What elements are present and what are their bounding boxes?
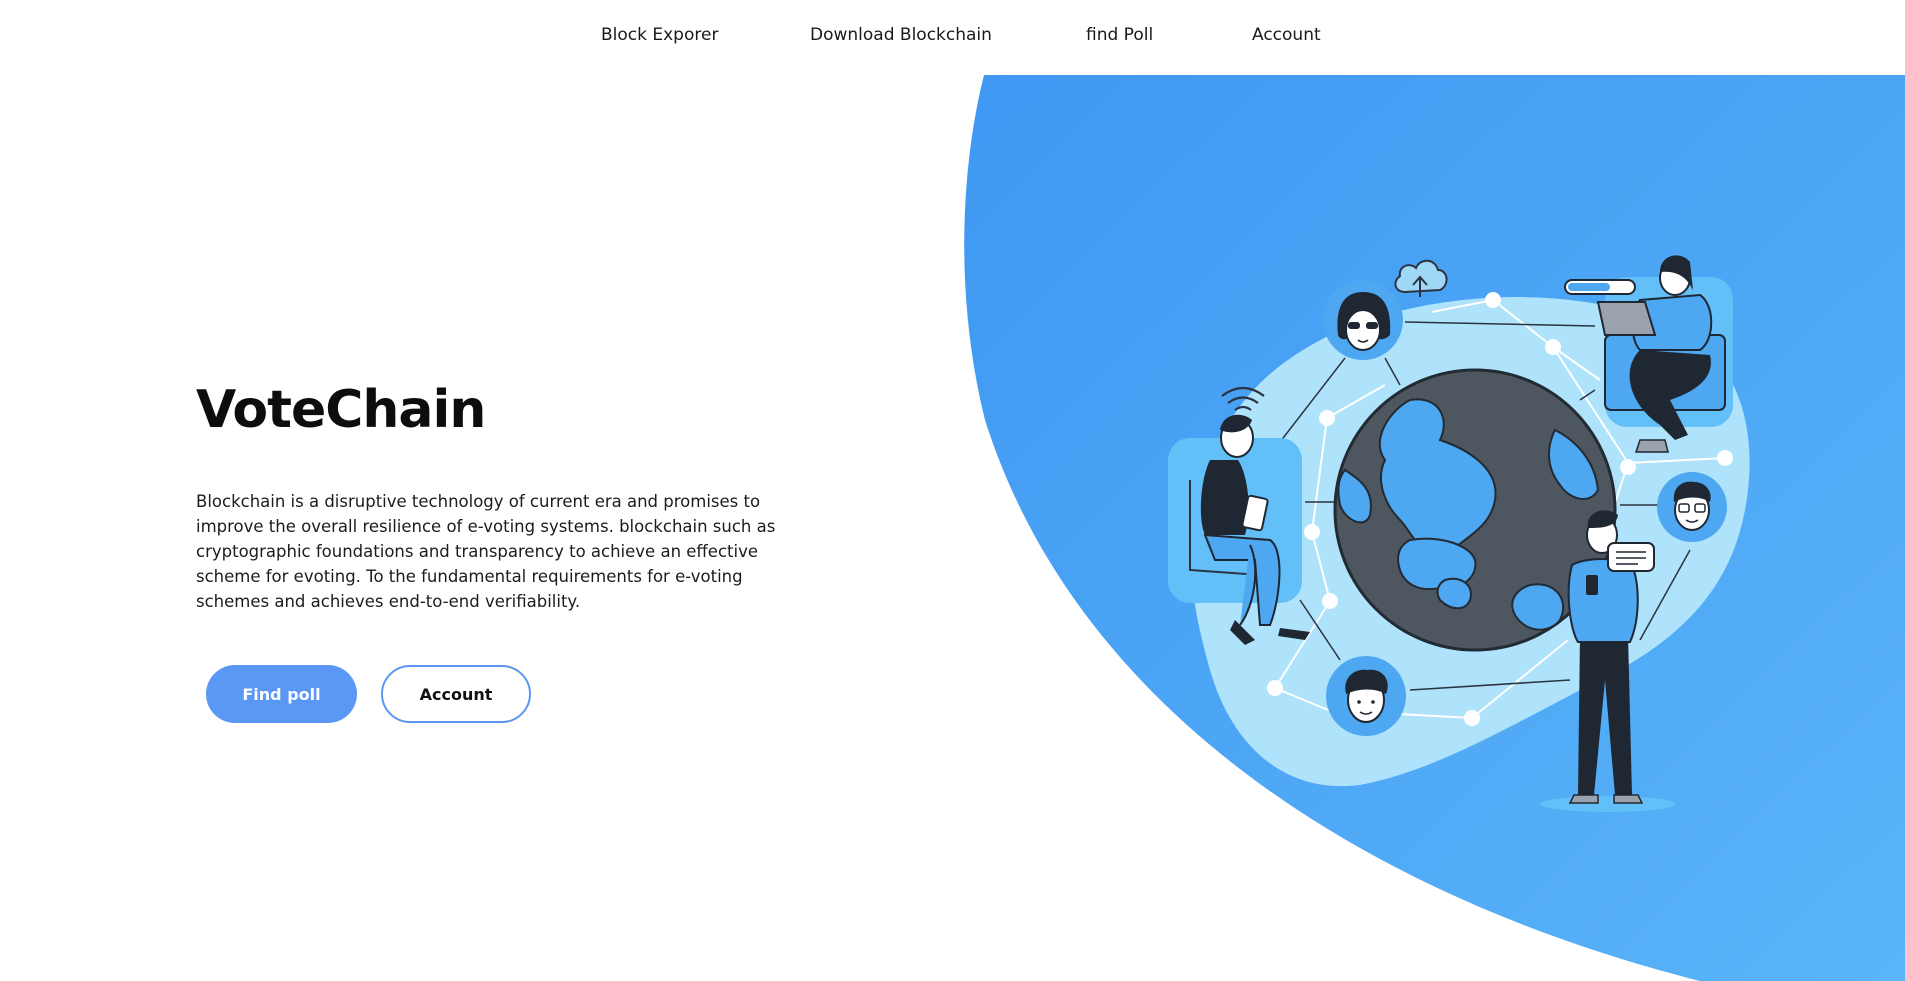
cloud-upload-icon: [1394, 259, 1448, 297]
avatar-woman-sunglasses: [1323, 280, 1403, 360]
chat-bubble-icon: [1607, 542, 1655, 572]
avatar-man-bottom: [1326, 656, 1406, 736]
avatar-man-glasses: [1657, 472, 1727, 542]
nav-block-explorer[interactable]: Block Exporer: [601, 25, 718, 45]
account-button[interactable]: Account: [381, 665, 531, 723]
nav-account[interactable]: Account: [1252, 25, 1321, 45]
nav-download-blockchain[interactable]: Download Blockchain: [810, 25, 992, 45]
page-title: VoteChain: [196, 380, 486, 440]
find-poll-button[interactable]: Find poll: [206, 665, 357, 723]
page: Block Exporer Download Blockchain find P…: [0, 0, 1905, 981]
nav-find-poll[interactable]: find Poll: [1086, 25, 1153, 45]
hero-description: Blockchain is a disruptive technology of…: [196, 492, 776, 611]
top-navigation: Block Exporer Download Blockchain find P…: [0, 0, 1905, 75]
